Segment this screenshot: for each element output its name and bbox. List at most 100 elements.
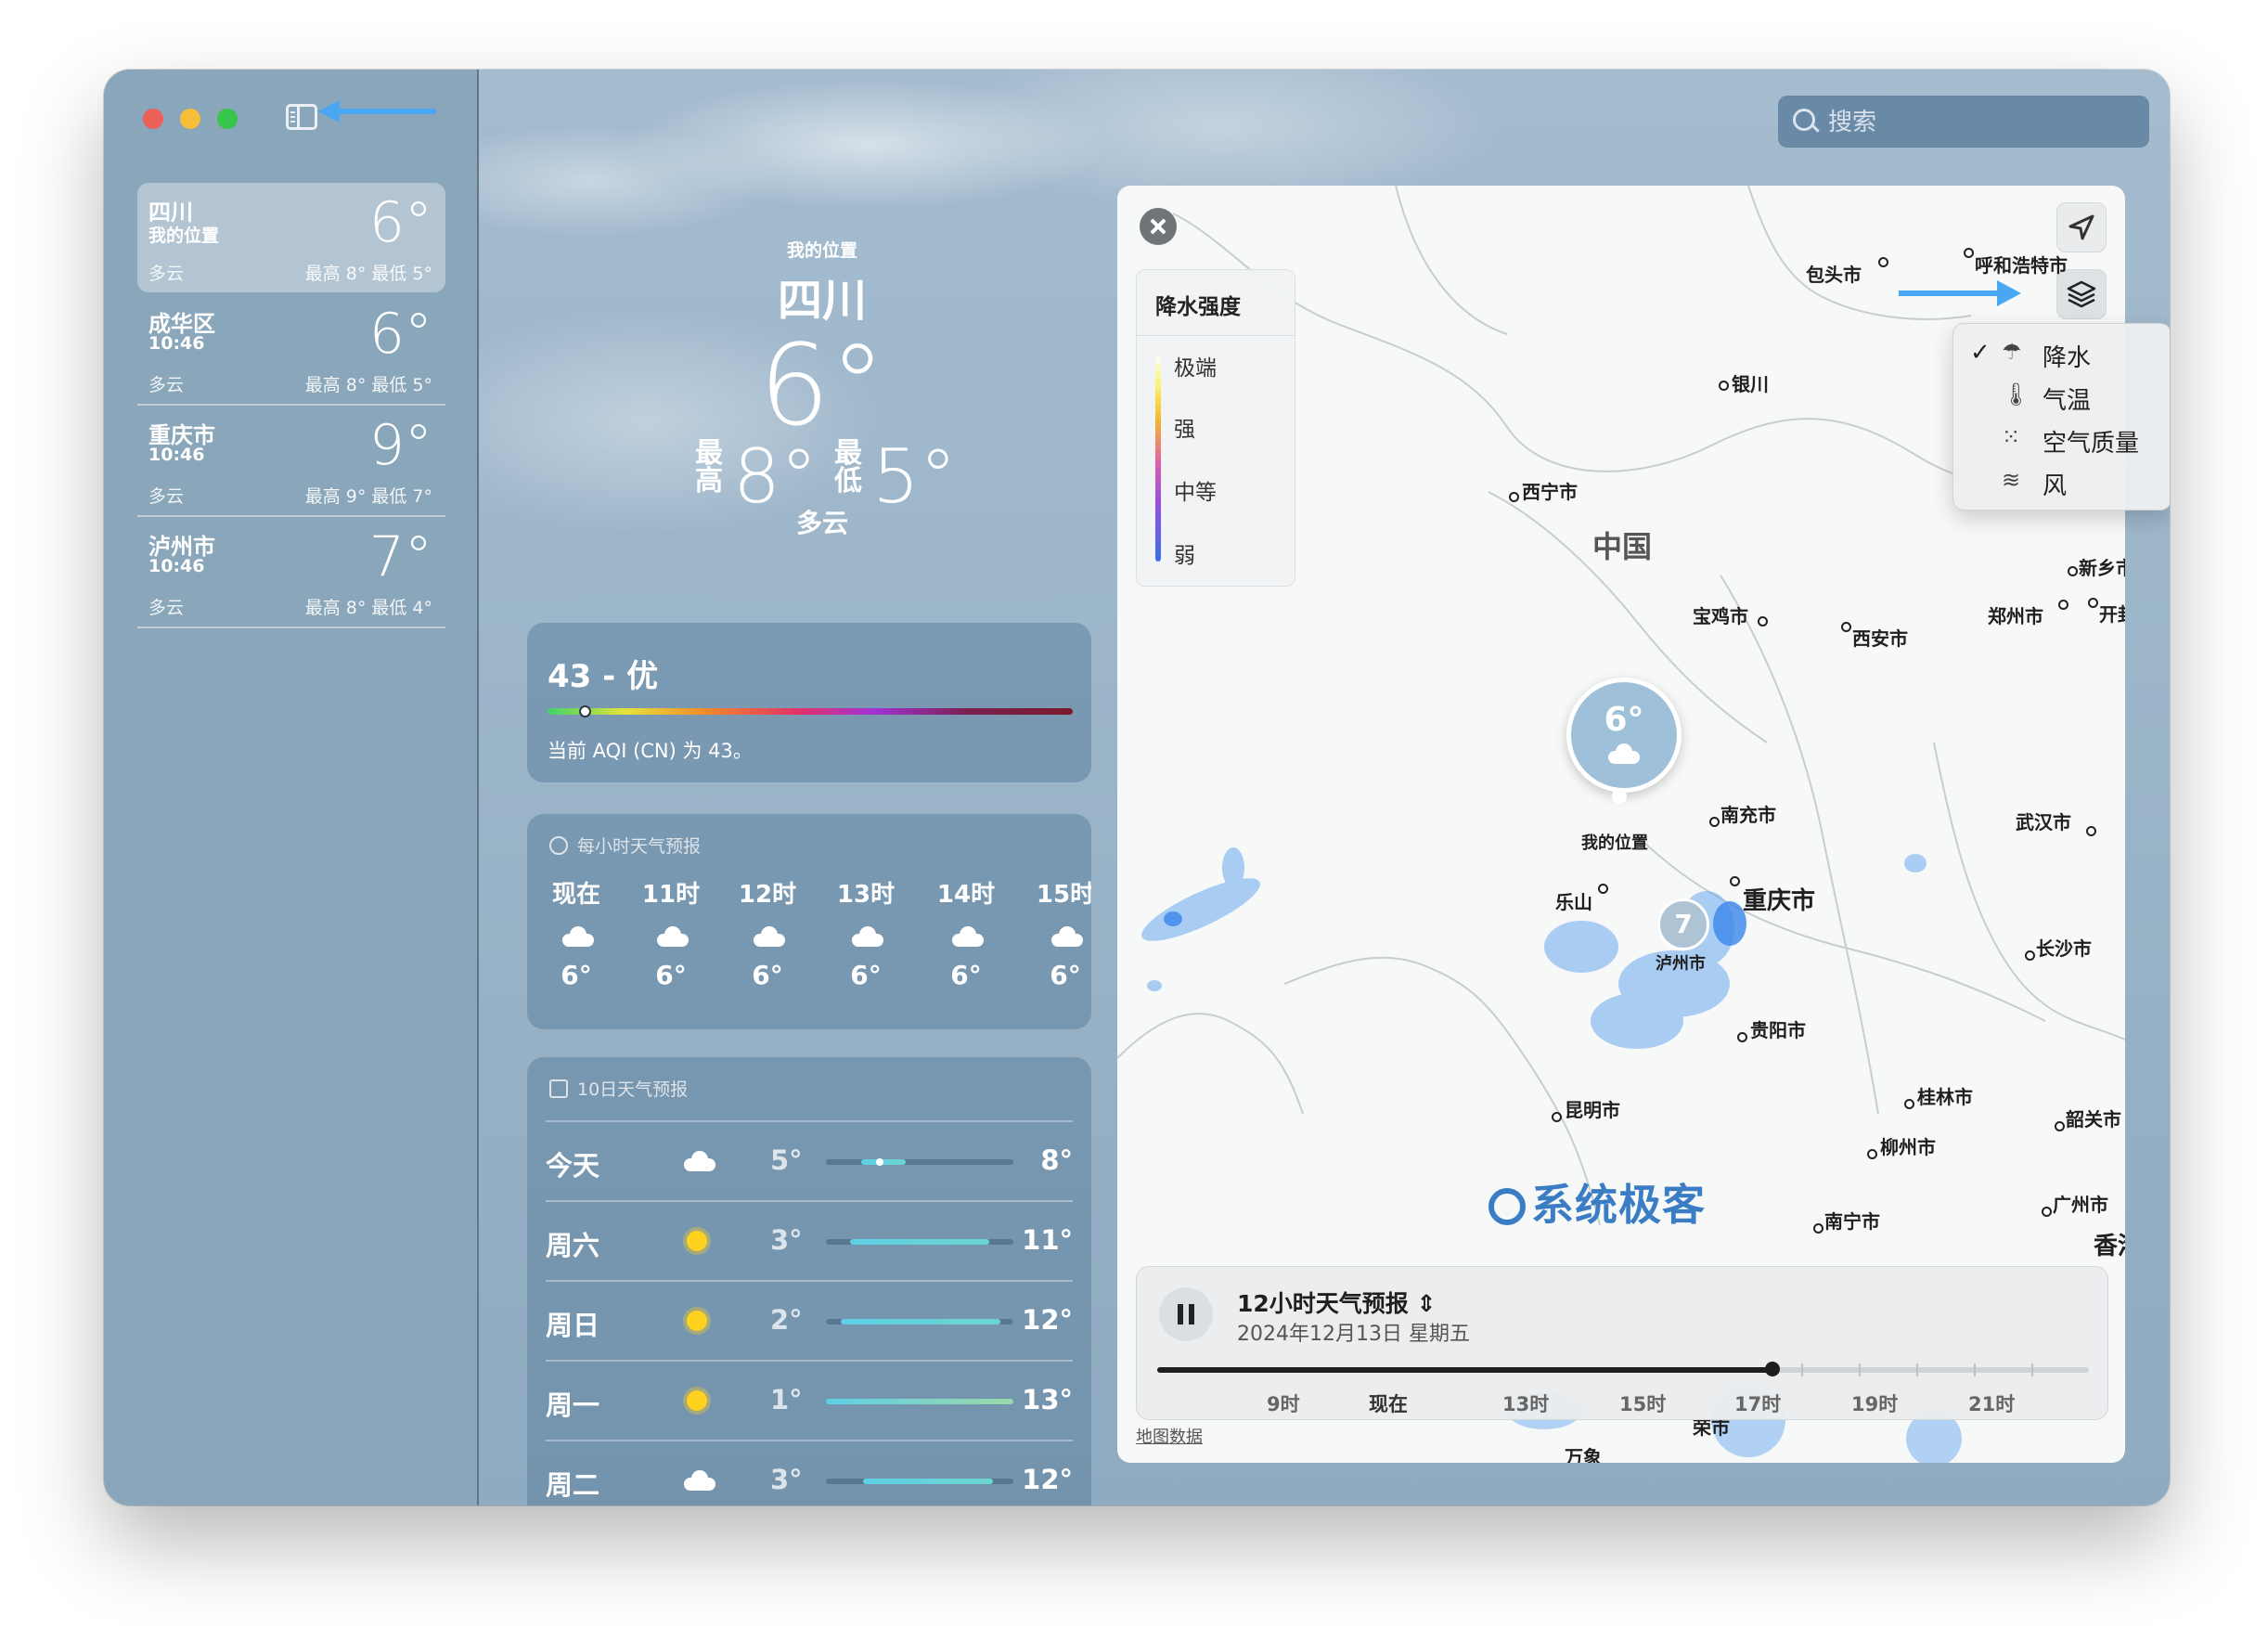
map-data-link[interactable]: 地图数据: [1136, 1424, 1203, 1448]
pause-button[interactable]: [1159, 1287, 1213, 1341]
day-row[interactable]: 周六 3° 11°: [546, 1200, 1073, 1282]
location-sub: 10:46: [148, 445, 205, 465]
location-high-low: 最高 8° 最低 5°: [304, 264, 432, 284]
day-row[interactable]: 今天 5° 8°: [546, 1120, 1073, 1202]
day-low: 3°: [770, 1224, 803, 1256]
legend-level: 弱: [1174, 544, 1195, 568]
city-label: 开封: [2099, 603, 2125, 626]
temp-range-bar: [826, 1158, 1013, 1166]
close-window-button[interactable]: [143, 109, 163, 129]
location-item-luzhou[interactable]: 泸州市 10:46 7° 多云 最高 8° 最低 4°: [137, 517, 445, 628]
city-label: 柳州市: [1880, 1136, 1936, 1158]
location-condition: 多云: [148, 598, 185, 618]
layer-option-air-quality[interactable]: ⁙ 空气质量: [1953, 420, 2170, 463]
city-label: 武汉市: [2016, 811, 2071, 833]
watermark: 系统极客: [1488, 1171, 1706, 1233]
aqi-description: 当前 AQI (CN) 为 43。: [548, 740, 753, 762]
city-dot: [1552, 1112, 1562, 1122]
timeline-tick: [1974, 1363, 1976, 1376]
minimize-window-button[interactable]: [180, 109, 200, 129]
city-dot: [1730, 876, 1740, 886]
location-sub: 10:46: [148, 333, 205, 354]
timeline-label: 现在: [1369, 1393, 1408, 1415]
hourly-forecast-card[interactable]: 每小时天气预报 现在 6° 11时 6° 12时 6° 13时 6° 14时 6° 15时…: [527, 814, 1091, 1029]
timeline-scrubber[interactable]: [1157, 1362, 2089, 1376]
location-item-chongqing[interactable]: 重庆市 10:46 9° 多云 最高 9° 最低 7°: [137, 406, 445, 517]
tenday-title: 10日天气预报: [577, 1079, 689, 1100]
timeline-title-dropdown[interactable]: 12小时天气预报 ⇕: [1237, 1286, 1436, 1319]
location-temp: 9°: [368, 413, 432, 478]
sun-icon: [687, 1311, 707, 1331]
close-map-button[interactable]: [1140, 208, 1177, 245]
aqi-value: 43 - 优: [548, 658, 659, 695]
temp-range-bar: [826, 1319, 1013, 1324]
city-dot: [1758, 616, 1768, 627]
temp-range-bar: [826, 1239, 1013, 1245]
search-input[interactable]: [1826, 103, 2136, 142]
day-row[interactable]: 周一 1° 13°: [546, 1360, 1073, 1441]
city-label: 南充市: [1720, 804, 1776, 826]
city-dot: [1737, 1032, 1747, 1042]
location-temp: 7°: [368, 524, 432, 589]
timeline-label: 9时: [1267, 1393, 1300, 1415]
day-row[interactable]: 周日 2° 12°: [546, 1280, 1073, 1362]
cluster-pin[interactable]: 7: [1657, 898, 1709, 950]
layer-label: 风: [2042, 472, 2068, 500]
day-low: 3°: [770, 1464, 803, 1495]
temp-range-bar: [826, 1479, 1013, 1484]
location-condition: 多云: [148, 375, 185, 395]
location-item-sichuan[interactable]: 四川 我的位置 6° 多云 最高 8° 最低 5°: [137, 183, 445, 292]
day-name: 周二: [546, 1469, 600, 1501]
city-dot: [2055, 1121, 2065, 1131]
cloud-icon: [848, 926, 883, 947]
hour-column: 13时 6°: [824, 875, 908, 990]
city-dot: [1964, 248, 1974, 258]
high-label: 最高: [695, 437, 723, 497]
city-label: 郑州市: [1988, 605, 2043, 627]
location-arrow-button[interactable]: [2056, 202, 2107, 252]
pin-anchor: [1612, 789, 1627, 804]
city-label: 南宁市: [1824, 1210, 1880, 1233]
day-low: 2°: [770, 1304, 803, 1336]
timeline-title: 12小时天气预报: [1237, 1290, 1409, 1317]
sun-icon: [687, 1231, 707, 1251]
layer-option-precipitation[interactable]: ✓ ☂ 降水: [1953, 335, 2170, 378]
hour-temp: 6°: [655, 960, 687, 990]
annotation-arrow-icon: [317, 100, 436, 123]
location-item-chenghua[interactable]: 成华区 10:46 6° 多云 最高 8° 最低 5°: [137, 294, 445, 406]
day-row[interactable]: 周二 3° 12°: [546, 1440, 1073, 1505]
location-high-low: 最高 8° 最低 4°: [304, 598, 432, 618]
search-field[interactable]: [1778, 96, 2149, 148]
hour-column: 15时 6°: [1024, 875, 1091, 990]
watermark-text: 系统极客: [1531, 1180, 1706, 1230]
cloud-icon: [680, 1151, 715, 1171]
ten-day-forecast-card[interactable]: 10日天气预报 今天 5° 8° 周六 3° 11° 周日 2° 12° 周一 …: [527, 1057, 1091, 1505]
hour-time: 现在: [551, 881, 600, 909]
location-arrow-icon: [2068, 214, 2094, 240]
zoom-window-button[interactable]: [217, 109, 238, 129]
hour-temp: 6°: [950, 960, 982, 990]
aqi-card[interactable]: 43 - 优 当前 AQI (CN) 为 43。: [527, 623, 1091, 782]
day-low: 5°: [770, 1144, 803, 1176]
layer-option-temperature[interactable]: 🌡︎ 气温: [1953, 378, 2170, 420]
city-label: 西宁市: [1522, 481, 1578, 503]
forecast-timeline: 12小时天气预报 ⇕ 2024年12月13日 星期五 9时 现在 13时 15时…: [1136, 1266, 2108, 1420]
low-label: 最低: [834, 437, 862, 497]
temp-range-fill: [826, 1399, 1013, 1404]
timeline-label: 19时: [1851, 1393, 1899, 1415]
location-condition: 多云: [148, 264, 185, 284]
cloud-icon: [1048, 926, 1083, 947]
hour-temp: 6°: [1050, 960, 1081, 990]
city-label: 呼和浩特市: [1975, 254, 2068, 277]
city-dot: [1709, 817, 1720, 827]
location-high-low: 最高 9° 最低 7°: [304, 486, 432, 507]
hour-column: 12时 6°: [726, 875, 809, 990]
city-dot: [1598, 884, 1608, 894]
my-location-pin[interactable]: 6°: [1566, 678, 1682, 793]
hour-time: 14时: [936, 881, 996, 909]
timeline-knob[interactable]: [1764, 1362, 1780, 1376]
wind-icon: ≋: [2002, 467, 2021, 493]
sidebar-toggle-icon[interactable]: [286, 104, 317, 130]
layer-option-wind[interactable]: ≋ 风: [1953, 463, 2170, 506]
aqi-bar: [548, 705, 1073, 717]
